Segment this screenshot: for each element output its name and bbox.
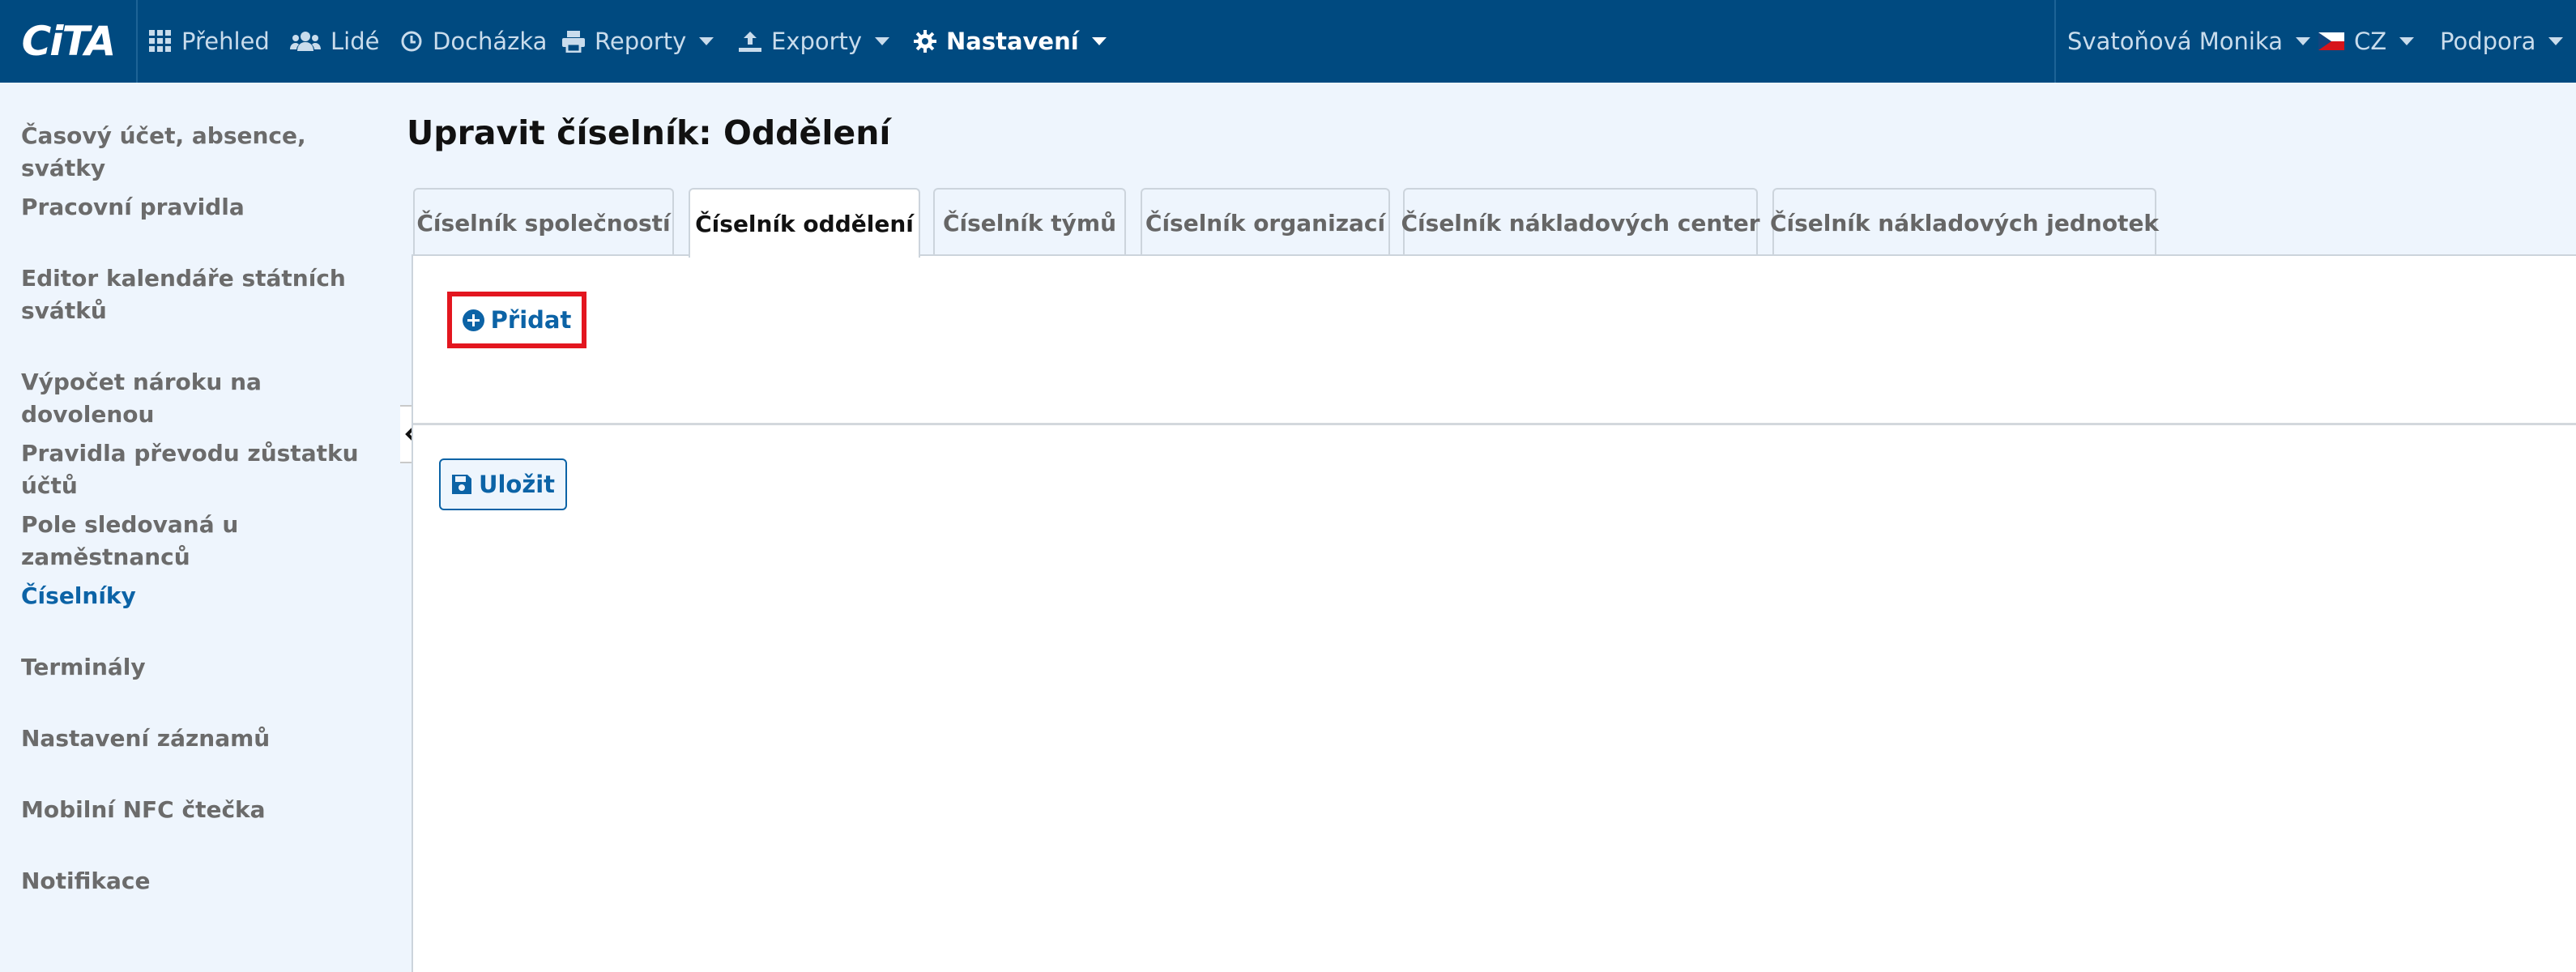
chevron-down-icon <box>2548 37 2564 45</box>
sidebar-item-casovy-ucet[interactable]: Časový účet, absence, svátky <box>21 120 386 185</box>
add-button[interactable]: Přidat <box>462 306 572 334</box>
clock-icon <box>400 30 423 53</box>
sidebar-item-pravidla-prevodu[interactable]: Pravidla převodu zůstatku účtů <box>21 437 386 502</box>
tab-ciselnik-nakladovych-center[interactable]: Číselník nákladových center <box>1401 188 1760 256</box>
nav-label: Reporty <box>595 28 687 55</box>
chevron-down-icon <box>2399 37 2415 45</box>
users-icon <box>290 30 321 53</box>
tab-content-panel: Přidat Uložit <box>412 254 2576 972</box>
save-button-label: Uložit <box>478 471 556 498</box>
settings-sidebar: Časový účet, absence, svátky Pracovní pr… <box>0 83 402 972</box>
nav-item-lide[interactable]: Lidé <box>290 0 379 83</box>
nav-item-reporty[interactable]: Reporty <box>562 0 714 83</box>
nav-item-prehled[interactable]: Přehled <box>149 0 270 83</box>
navbar-divider <box>2054 0 2056 83</box>
add-button-highlight: Přidat <box>447 292 586 348</box>
page-title: Upravit číselník: Oddělení <box>407 113 891 152</box>
chevron-down-icon <box>1091 37 1107 45</box>
chevron-down-icon <box>2295 37 2310 45</box>
tab-ciselnik-nakladovych-jednotek[interactable]: Číselník nákladových jednotek <box>1770 188 2159 256</box>
top-navbar: CiTA Přehled Lidé Docházka Reporty Expor… <box>0 0 2576 83</box>
divider <box>413 423 2576 425</box>
chevron-down-icon <box>699 37 714 45</box>
logo-text: CiTA <box>21 18 117 65</box>
tab-ciselnik-spolecnosti[interactable]: Číselník společností <box>413 188 674 256</box>
nav-item-dochazka[interactable]: Docházka <box>400 0 547 83</box>
grid-icon <box>149 30 172 53</box>
printer-icon <box>562 30 585 53</box>
tab-ciselnik-tymu[interactable]: Číselník týmů <box>933 188 1126 256</box>
tab-ciselnik-organizaci[interactable]: Číselník organizací <box>1141 188 1390 256</box>
save-button[interactable]: Uložit <box>439 458 567 510</box>
tab-ciselnik-oddeleni[interactable]: Číselník oddělení <box>689 188 920 258</box>
add-button-label: Přidat <box>490 306 572 334</box>
sidebar-item-nastaveni-zaznamu[interactable]: Nastavení záznamů <box>21 723 386 755</box>
sidebar-item-terminaly[interactable]: Terminály <box>21 651 386 684</box>
export-icon <box>739 30 761 53</box>
user-menu[interactable]: Svatoňová Monika <box>2067 0 2310 83</box>
nav-item-exporty[interactable]: Exporty <box>739 0 890 83</box>
cita-logo[interactable]: CiTA <box>0 0 138 83</box>
nav-label: Nastavení <box>946 28 1079 55</box>
nav-label: Přehled <box>181 28 270 55</box>
user-name: Svatoňová Monika <box>2067 28 2283 55</box>
plus-circle-icon <box>462 309 484 331</box>
sidebar-item-ciselniky[interactable]: Číselníky <box>21 580 386 612</box>
czech-flag-icon <box>2318 32 2344 50</box>
nav-label: Exporty <box>771 28 863 55</box>
language-selector[interactable]: CZ <box>2318 0 2415 83</box>
sidebar-item-mobilni-nfc[interactable]: Mobilní NFC čtečka <box>21 794 386 826</box>
support-label: Podpora <box>2440 28 2536 55</box>
sidebar-item-editor-kalendare[interactable]: Editor kalendáře státních svátků <box>21 262 386 327</box>
nav-label: Lidé <box>331 28 380 55</box>
nav-label: Docházka <box>433 28 548 55</box>
language-label: CZ <box>2354 28 2387 55</box>
floppy-disk-icon <box>451 474 472 495</box>
sidebar-item-pracovni-pravidla[interactable]: Pracovní pravidla <box>21 191 386 224</box>
nav-item-nastaveni[interactable]: Nastavení <box>914 0 1107 83</box>
gear-icon <box>914 30 936 53</box>
sidebar-item-notifikace[interactable]: Notifikace <box>21 865 386 897</box>
sidebar-item-pole-sledovana[interactable]: Pole sledovaná u zaměstnanců <box>21 509 386 573</box>
chevron-down-icon <box>875 37 890 45</box>
support-link[interactable]: Podpora <box>2440 0 2564 83</box>
sidebar-item-vypocet-naroku[interactable]: Výpočet nároku na dovolenou <box>21 366 386 431</box>
